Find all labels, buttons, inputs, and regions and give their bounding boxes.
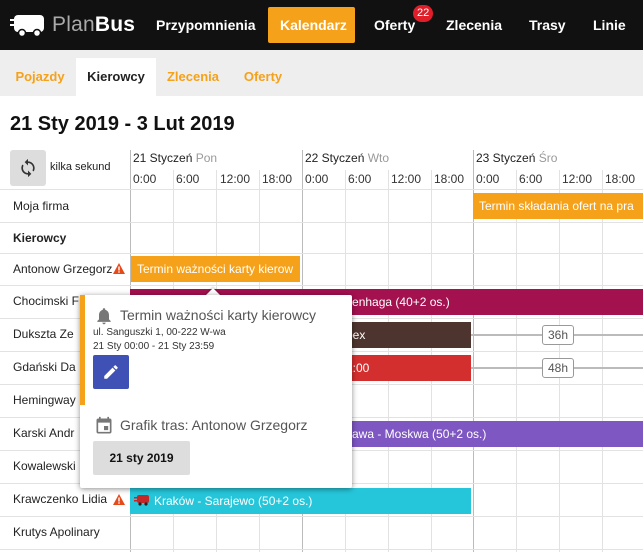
subtab-zlecenia[interactable]: Zlecenia [158, 58, 228, 96]
hour-label: 0:00 [133, 172, 157, 186]
grid-row-line [0, 222, 643, 223]
logo-text-plan: Plan [52, 13, 95, 36]
event-offer-deadline[interactable]: Termin składania ofert na pra [473, 193, 643, 219]
calendar-subtabs: Pojazdy Kierowcy Zlecenia Oferty [0, 50, 643, 96]
schedule-date-button[interactable]: 21 sty 2019 [93, 441, 190, 475]
day-date: 22 Styczeń [305, 151, 365, 165]
driver-row-label[interactable]: Chocimski F [13, 294, 79, 308]
grid-row-line [0, 253, 643, 254]
warning-icon [113, 263, 125, 274]
hour-label: 6:00 [176, 172, 200, 186]
day-date: 23 Styczeń [476, 151, 536, 165]
driver-row-label[interactable]: Dukszta Ze [13, 327, 74, 341]
nav-oferty[interactable]: Oferty 22 [362, 5, 434, 43]
day-header-22: 22 Styczeń Wto [305, 151, 389, 165]
subtab-kierowcy[interactable]: Kierowcy [76, 58, 156, 96]
edit-button[interactable] [93, 355, 129, 389]
day-of-week: Pon [195, 151, 218, 165]
bell-icon [97, 308, 111, 325]
popup-address: ul. Sanguszki 1, 00-222 W-wa [93, 327, 226, 338]
grid-row-line [0, 285, 643, 286]
driver-row-label[interactable]: Kowalewski [13, 459, 76, 473]
driver-row-label[interactable]: Hemingway [13, 393, 76, 407]
hour-label: 18:00 [262, 172, 293, 186]
date-range-title: 21 Sty 2019 - 3 Lut 2019 [10, 113, 235, 135]
calendar-icon [96, 416, 112, 434]
top-navbar: PlanBus Przypomnienia Kalendarz Oferty 2… [0, 0, 643, 50]
popup-title: Termin ważności karty kierowcy [120, 307, 317, 323]
hour-label: 12:00 [220, 172, 251, 186]
refresh-icon [21, 158, 35, 178]
nav-trasy[interactable]: Trasy [517, 7, 578, 43]
hour-label: 12:00 [391, 172, 422, 186]
driver-row-label[interactable]: Gdański Da [13, 360, 76, 374]
logo-text: PlanBus [52, 13, 135, 37]
day-header-21: 21 Styczeń Pon [133, 151, 217, 165]
popup-schedule-title: Grafik tras: Antonow Grzegorz [120, 417, 308, 433]
bus-route-icon [134, 495, 149, 506]
event-route-moscow[interactable]: zawa - Moskwa (50+2 os.) [340, 421, 643, 447]
popup-accent-bar [80, 295, 85, 405]
grid-row-line [0, 516, 643, 517]
hour-label: 18:00 [434, 172, 465, 186]
day-of-week: Wto [367, 151, 390, 165]
hour-label: 6:00 [519, 172, 543, 186]
day-of-week: Śro [538, 151, 558, 165]
nav-oferty-label: Oferty [374, 17, 416, 33]
row-label-company: Moja firma [13, 199, 70, 213]
last-refresh-label: kilka sekund [50, 161, 111, 173]
nav-kalendarz[interactable]: Kalendarz [268, 7, 355, 43]
nav-przypomnienia[interactable]: Przypomnienia [144, 7, 268, 43]
nav-linie[interactable]: Linie [581, 7, 638, 43]
event-route-copenhagen[interactable]: sk - Kopenhaga (40+2 os.) [302, 289, 643, 315]
offers-count-badge: 22 [412, 5, 434, 22]
day-header-23: 23 Styczeń Śro [476, 151, 557, 165]
subtab-oferty[interactable]: Oferty [232, 58, 294, 96]
hour-label: 0:00 [476, 172, 500, 186]
popup-date-range: 21 Sty 00:00 - 21 Sty 23:59 [93, 341, 215, 352]
nav-zlecenia[interactable]: Zlecenia [434, 7, 514, 43]
pencil-icon [104, 365, 118, 379]
driver-row-label[interactable]: Krutys Apolinary [13, 525, 100, 539]
grid-row-line [0, 189, 643, 190]
event-driver-card-expiry[interactable]: Termin ważności karty kierow [131, 256, 300, 282]
subtab-pojazdy[interactable]: Pojazdy [5, 58, 75, 96]
grid-row-line [0, 549, 643, 550]
event-details-popup: Termin ważności karty kierowcy ul. Sangu… [80, 295, 352, 488]
planbus-logo[interactable]: PlanBus [10, 9, 135, 41]
event-route-dukszta[interactable]: bex [340, 322, 471, 348]
event-route-gdanski[interactable]: 1:00 [340, 355, 471, 381]
warning-icon [113, 494, 125, 505]
route-sarajevo-label: Kraków - Sarajewo (50+2 os.) [154, 494, 313, 508]
event-route-sarajevo[interactable]: Kraków - Sarajewo (50+2 os.) [130, 488, 471, 514]
grid-line [516, 170, 517, 552]
driver-row-label[interactable]: Krawczenko Lidia [13, 492, 107, 506]
bus-logo-icon [10, 15, 44, 38]
hour-label: 18:00 [605, 172, 636, 186]
section-label-drivers: Kierowcy [13, 231, 67, 245]
grid-line [602, 170, 603, 552]
duration-badge: 48h [542, 358, 575, 378]
logo-text-bus: Bus [94, 13, 136, 36]
duration-badge: 36h [542, 325, 575, 345]
driver-row-label[interactable]: Karski Andr [13, 426, 74, 440]
hour-label: 0:00 [305, 172, 329, 186]
driver-row-label[interactable]: Antonow Grzegorz [13, 262, 112, 276]
hour-label: 12:00 [562, 172, 593, 186]
refresh-button[interactable] [10, 150, 46, 186]
day-date: 21 Styczeń [133, 151, 193, 165]
hour-label: 6:00 [348, 172, 372, 186]
